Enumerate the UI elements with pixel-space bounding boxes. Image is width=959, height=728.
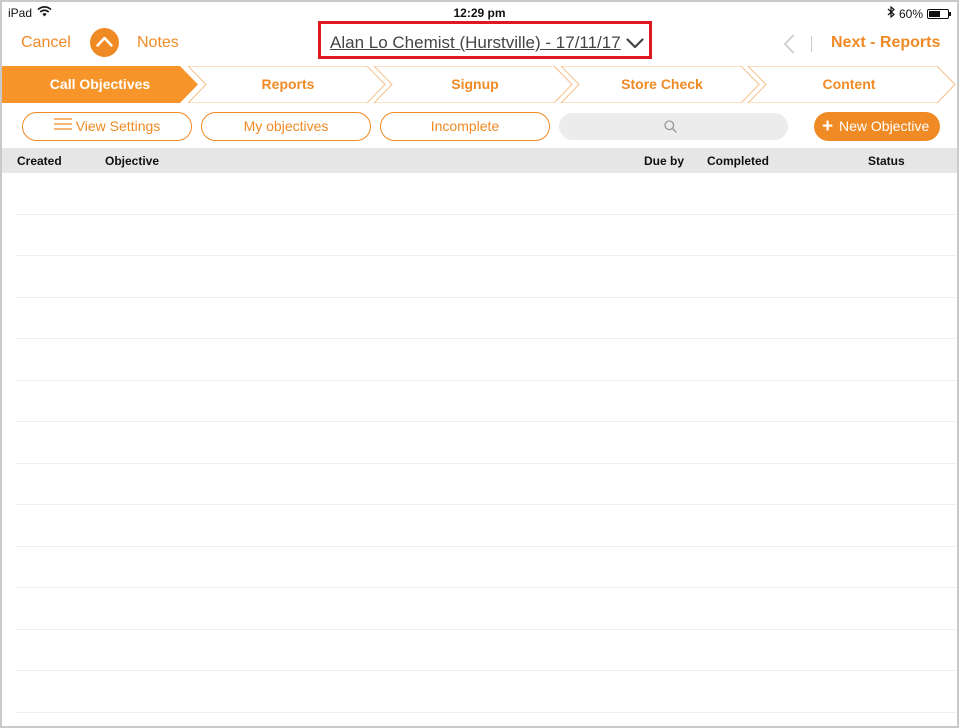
my-objectives-filter[interactable]: My objectives — [201, 112, 371, 141]
table-row — [16, 464, 957, 505]
search-input[interactable] — [559, 113, 788, 140]
table-row — [16, 547, 957, 588]
incomplete-filter[interactable]: Incomplete — [380, 112, 550, 141]
filter-bar: View Settings My objectives Incomplete +… — [2, 111, 957, 143]
tab-store-check[interactable]: Store Check — [572, 76, 752, 92]
menu-icon — [53, 112, 72, 139]
battery-fill — [929, 10, 940, 17]
view-settings-label: View Settings — [75, 118, 161, 134]
table-row — [16, 588, 957, 630]
table-row — [16, 422, 957, 464]
column-completed[interactable]: Completed — [707, 154, 769, 168]
tab-signup[interactable]: Signup — [385, 76, 565, 92]
step-tabs: Call Objectives Reports Signup Store Che… — [2, 66, 957, 103]
table-row — [16, 339, 957, 381]
battery-icon — [927, 8, 951, 19]
table-row — [16, 630, 957, 671]
table-row — [16, 381, 957, 422]
nav-bar: Cancel Notes Alan Lo Chemist (Hurstville… — [2, 21, 957, 64]
table-row — [16, 671, 957, 713]
chevron-left-icon[interactable] — [783, 34, 795, 59]
view-settings-button[interactable]: View Settings — [22, 112, 192, 141]
new-objective-button[interactable]: + New Objective — [814, 112, 940, 141]
table-row — [16, 505, 957, 547]
tab-content[interactable]: Content — [759, 76, 939, 92]
tab-reports[interactable]: Reports — [198, 76, 378, 92]
next-reports-button[interactable]: Next - Reports — [831, 34, 940, 52]
chevron-down-icon[interactable] — [626, 36, 644, 54]
new-objective-label: New Objective — [839, 118, 930, 134]
table-row — [16, 215, 957, 256]
chevron-up-icon[interactable] — [90, 28, 119, 57]
table-header: Created Objective Due by Completed Statu… — [2, 148, 957, 173]
status-time: 12:29 pm — [453, 6, 506, 20]
column-due-by[interactable]: Due by — [644, 154, 684, 168]
table-row — [16, 173, 957, 215]
objectives-list — [16, 173, 957, 713]
table-row — [16, 256, 957, 298]
store-visit-title[interactable]: Alan Lo Chemist (Hurstville) - 17/11/17 — [330, 33, 621, 53]
battery-percent: 60% — [898, 6, 923, 21]
bluetooth-icon — [887, 5, 895, 21]
app-window: iPad 12:29 pm 60% Cancel Notes Alan Lo C… — [0, 0, 959, 728]
table-row — [16, 298, 957, 339]
column-created[interactable]: Created — [17, 154, 62, 168]
nav-divider — [811, 36, 812, 52]
column-objective[interactable]: Objective — [105, 154, 159, 168]
tab-call-objectives[interactable]: Call Objectives — [2, 76, 198, 92]
plus-icon: + — [822, 116, 834, 137]
cancel-button[interactable]: Cancel — [21, 34, 71, 52]
column-status[interactable]: Status — [868, 154, 905, 168]
notes-button[interactable]: Notes — [137, 34, 179, 52]
